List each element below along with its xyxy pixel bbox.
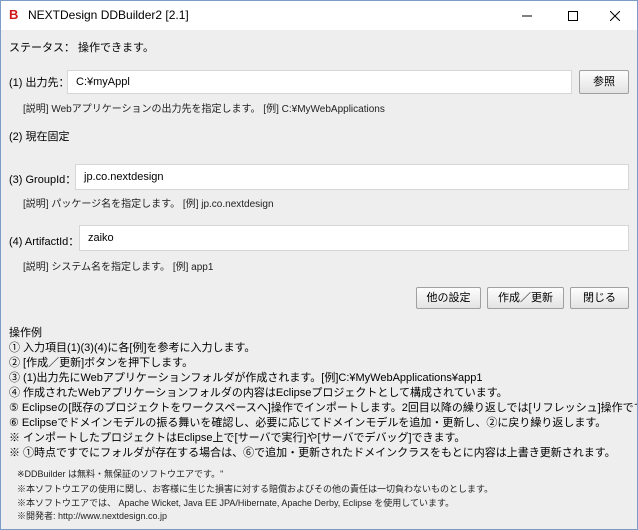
- output-label: (1) 出力先：: [9, 77, 70, 89]
- instruction-line: ① 入力項目(1)(3)(4)に各[例]を参考に入力します。: [9, 342, 256, 354]
- fixed-label: (2) 現在固定: [9, 131, 70, 143]
- instruction-line: ※ インポートしたプロジェクトはEclipse上で[サーバで実行]や[サーバでデ…: [9, 432, 466, 444]
- footer-line: ※DDBuilder は無料・無保証のソフトウエアです。": [17, 469, 224, 479]
- instruction-line: ※ ①時点ですでにフォルダが存在する場合は、⑥で追加・更新されたドメインクラスを…: [9, 447, 616, 459]
- maximize-button[interactable]: [551, 1, 595, 30]
- footer-line: ※本ソフトウエアでは、 Apache Wicket, Java EE JPA/H…: [17, 498, 455, 508]
- browse-button[interactable]: 参照: [579, 70, 629, 94]
- artifactid-label: (4) ArtifactId：: [9, 236, 80, 248]
- instructions-title: 操作例: [9, 327, 42, 339]
- footer-line: ※開発者: http://www.nextdesign.co.jp: [17, 511, 168, 521]
- app-logo-icon: B: [9, 7, 19, 22]
- minimize-icon: [522, 15, 532, 16]
- status-text: ステータス： 操作できます。: [9, 42, 154, 54]
- close-button[interactable]: 閉じる: [570, 287, 629, 309]
- minimize-button[interactable]: [505, 1, 549, 30]
- instruction-line: ② [作成／更新]ボタンを押下します。: [9, 357, 194, 369]
- title-bar: B NEXTDesign DDBuilder2 [2.1]: [1, 1, 637, 30]
- artifactid-field[interactable]: zaiko: [79, 225, 629, 251]
- create-update-button[interactable]: 作成／更新: [487, 287, 564, 309]
- instruction-line: ④ 作成されたWebアプリケーションフォルダの内容はEclipseプロジェクトと…: [9, 387, 508, 399]
- artifactid-hint: [説明] システム名を指定します。 [例] app1: [23, 262, 214, 273]
- app-window: B NEXTDesign DDBuilder2 [2.1] ステータス： 操作で…: [0, 0, 638, 530]
- output-hint: [説明] Webアプリケーションの出力先を指定します。 [例] C:¥MyWeb…: [23, 104, 385, 115]
- maximize-icon: [568, 10, 578, 21]
- groupid-label: (3) GroupId：: [9, 174, 77, 186]
- instruction-line: ⑥ Eclipseでドメインモデルの振る舞いを確認し、必要に応じてドメインモデル…: [9, 417, 607, 429]
- other-settings-button[interactable]: 他の設定: [416, 287, 481, 309]
- close-window-button[interactable]: [593, 1, 637, 30]
- groupid-hint: [説明] パッケージ名を指定します。 [例] jp.co.nextdesign: [23, 199, 274, 210]
- output-path-field[interactable]: C:¥myAppl: [67, 70, 572, 94]
- main-panel: ステータス： 操作できます。 (1) 出力先： C:¥myAppl 参照 [説明…: [1, 30, 637, 529]
- instruction-line: ③ (1)出力先にWebアプリケーションフォルダが作成されます。[例]C:¥My…: [9, 372, 483, 384]
- window-title: NEXTDesign DDBuilder2 [2.1]: [28, 8, 189, 22]
- close-icon: [609, 10, 621, 21]
- footer-line: ※本ソフトウエアの使用に関し、お客様に生じた損害に対する賠償およびその他の責任は…: [17, 484, 494, 494]
- instruction-line: ⑤ Eclipseの[既存のプロジェクトをワークスペースへ]操作でインポートしま…: [9, 402, 638, 414]
- groupid-field[interactable]: jp.co.nextdesign: [75, 164, 629, 190]
